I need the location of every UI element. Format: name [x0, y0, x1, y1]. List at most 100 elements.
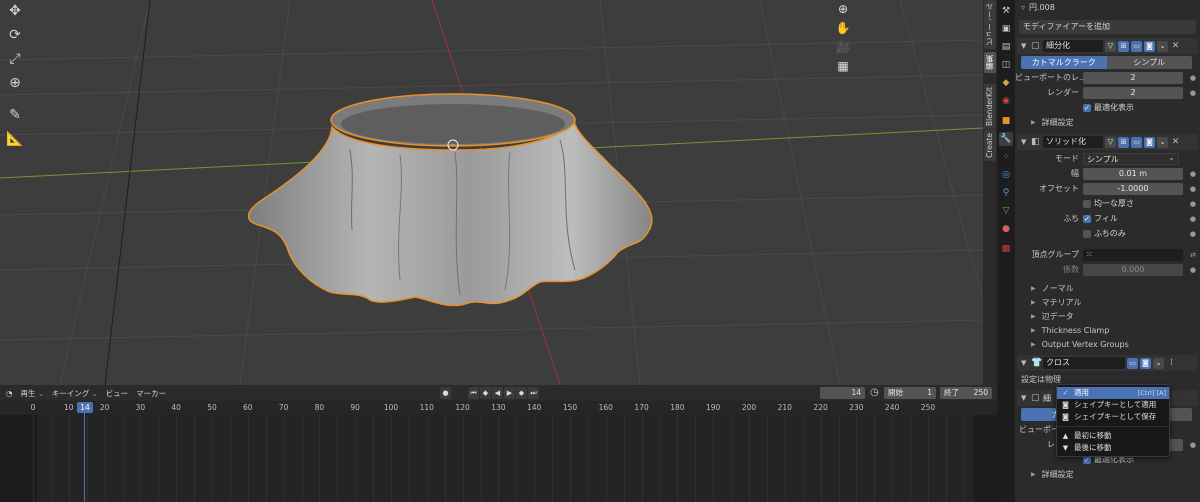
even-thickness-checkbox[interactable]: 均一な厚さ — [1083, 198, 1134, 209]
playback-menu[interactable]: 再生 ⌄ — [21, 388, 44, 399]
texture-icon[interactable]: ▩ — [999, 242, 1013, 256]
keyframe-dot-icon[interactable]: ● — [1190, 170, 1196, 178]
tool-settings-icon[interactable]: ⚒ — [999, 4, 1013, 18]
keyframe-dot-icon[interactable]: ● — [1190, 441, 1196, 449]
edge-data-subpanel[interactable]: ▶ 辺データ — [1015, 310, 1200, 324]
dropdown-icon[interactable]: ⌄ — [1153, 357, 1164, 369]
collapse-icon[interactable]: ▼ — [1021, 394, 1029, 402]
keyframe-dot-icon[interactable]: ● — [1190, 74, 1196, 82]
marker-menu[interactable]: マーカー — [136, 388, 166, 399]
cloth-modifier-header[interactable]: ▼ 👕 クロス ▭ ◙ ⌄ ⁞ — [1017, 355, 1198, 371]
rim-only-checkbox[interactable]: ふちのみ — [1083, 228, 1126, 239]
viewport-display-icon[interactable]: ▭ — [1131, 40, 1142, 52]
prev-keyframe-icon[interactable]: ◆ — [480, 387, 491, 399]
timeline-track-area[interactable] — [0, 415, 997, 502]
modifier-name-field[interactable]: クロス — [1043, 357, 1125, 369]
keyframe-dot-icon[interactable]: ● — [1190, 215, 1196, 223]
dropdown-icon[interactable]: ⌄ — [1157, 136, 1168, 148]
zoom-icon[interactable]: ⊕ — [834, 0, 852, 18]
close-icon[interactable]: ✕ — [1170, 137, 1181, 148]
tab-blenderkit[interactable]: BlenderKit — [984, 84, 996, 129]
apply-menu-item[interactable]: ✓ 適用 [Ctrl] [A] — [1057, 387, 1169, 399]
advanced-subpanel-2[interactable]: ▶ 詳細設定 — [1015, 468, 1200, 482]
playhead-frame-label[interactable]: 14 — [77, 402, 93, 413]
physics-icon[interactable]: ◎ — [999, 168, 1013, 182]
modifier-name-field[interactable]: ソリッド化 — [1043, 136, 1103, 148]
transform-icon[interactable]: ⊕ — [4, 72, 26, 94]
next-keyframe-icon[interactable]: ◆ — [516, 387, 527, 399]
current-frame-field[interactable]: 14 — [820, 387, 865, 399]
end-frame-field[interactable]: 終了 250 — [940, 387, 992, 399]
keyframe-dot-icon[interactable]: ● — [1190, 266, 1196, 274]
invert-icon[interactable]: ⇄ — [1190, 251, 1196, 259]
subdivision-modifier-header[interactable]: ▼ ▢ 細分化 ▽ ⊞ ▭ ◙ ⌄ ✕ — [1017, 38, 1198, 54]
edit-mode-icon[interactable]: ▽ — [1105, 40, 1116, 52]
keyframe-dot-icon[interactable]: ● — [1190, 185, 1196, 193]
playhead-line[interactable] — [84, 413, 85, 502]
viewport-display-icon[interactable]: ▭ — [1127, 357, 1138, 369]
drag-handle-icon[interactable]: ⁞ — [1166, 358, 1177, 369]
vertex-group-field[interactable]: ⁙ — [1083, 248, 1183, 261]
render-icon[interactable]: ▣ — [999, 22, 1013, 36]
optimal-display-checkbox[interactable]: ✓ 最適化表示 — [1083, 102, 1134, 113]
jump-end-icon[interactable]: ⏭ — [528, 387, 539, 399]
scene-icon[interactable]: ◆ — [999, 76, 1013, 90]
editor-type-icon[interactable]: ◔ — [6, 389, 13, 398]
constraints-icon[interactable]: ⚲ — [999, 186, 1013, 200]
rotate-icon[interactable]: ⟳ — [4, 24, 26, 46]
fill-rim-checkbox[interactable]: ✓ フィル — [1083, 213, 1118, 224]
view-menu[interactable]: ビュー — [106, 388, 129, 399]
play-icon[interactable]: ▶ — [504, 387, 515, 399]
tab-create[interactable]: Create — [984, 130, 996, 161]
dropdown-icon[interactable]: ⌄ — [1157, 40, 1168, 52]
camera-icon[interactable]: 🎥 — [834, 38, 852, 56]
close-icon[interactable]: ✕ — [1170, 41, 1181, 52]
object-icon[interactable]: ■ — [999, 114, 1013, 128]
jump-start-icon[interactable]: ⏮ — [468, 387, 479, 399]
cage-icon[interactable]: ⊞ — [1118, 136, 1129, 148]
grid-icon[interactable]: ▦ — [834, 57, 852, 75]
scale-icon[interactable]: ⤢ — [4, 48, 26, 70]
catmull-clark-button[interactable]: カトマルクラーク — [1021, 56, 1107, 69]
materials-subpanel[interactable]: ▶ マテリアル — [1015, 296, 1200, 310]
view-layer-icon[interactable]: ◫ — [999, 58, 1013, 72]
render-display-icon[interactable]: ◙ — [1144, 40, 1155, 52]
thickness-clamp-subpanel[interactable]: ▶ Thickness Clamp — [1015, 324, 1200, 338]
hand-icon[interactable]: ✋ — [834, 19, 852, 37]
thickness-field[interactable]: 0.01 m — [1083, 167, 1183, 180]
modifier-icon[interactable]: 🔧 — [999, 132, 1013, 146]
factor-field[interactable]: 0.000 — [1083, 263, 1183, 276]
move-to-first-menu-item[interactable]: ▲ 最初に移動 — [1057, 430, 1169, 442]
start-frame-field[interactable]: 開始 1 — [884, 387, 936, 399]
particles-icon[interactable]: ⁘ — [999, 150, 1013, 164]
move-icon[interactable]: ✥ — [4, 0, 26, 22]
material-icon[interactable]: ● — [999, 222, 1013, 236]
output-icon[interactable]: ▤ — [999, 40, 1013, 54]
simple-button[interactable]: シンプル — [1106, 56, 1192, 69]
world-icon[interactable]: ◉ — [999, 94, 1013, 108]
viewport-display-icon[interactable]: ▭ — [1131, 136, 1142, 148]
move-to-last-menu-item[interactable]: ▼ 最後に移動 — [1057, 442, 1169, 454]
tab-view[interactable]: ビュー — [984, 20, 996, 49]
measure-icon[interactable]: 📐 — [4, 128, 26, 150]
keyframe-dot-icon[interactable]: ● — [1190, 89, 1196, 97]
solidify-mode-select[interactable]: シンプル — [1083, 152, 1179, 165]
tab-edit[interactable]: 編集 — [984, 52, 996, 73]
output-vertex-groups-subpanel[interactable]: ▶ Output Vertex Groups — [1015, 338, 1200, 352]
play-reverse-icon[interactable]: ◀ — [492, 387, 503, 399]
save-as-shape-key-menu-item[interactable]: ◙ シェイプキーとして保存 — [1057, 411, 1169, 423]
collapse-icon[interactable]: ▼ — [1021, 42, 1029, 50]
render-display-icon[interactable]: ◙ — [1144, 136, 1155, 148]
apply-as-shape-key-menu-item[interactable]: ◙ シェイプキーとして適用 — [1057, 399, 1169, 411]
offset-field[interactable]: -1.0000 — [1083, 182, 1183, 195]
collapse-icon[interactable]: ▼ — [1021, 359, 1029, 367]
normals-subpanel[interactable]: ▶ ノーマル — [1015, 282, 1200, 296]
keyframe-dot-icon[interactable]: ● — [1190, 200, 1196, 208]
collapse-icon[interactable]: ▼ — [1021, 138, 1029, 146]
record-icon[interactable]: ● — [440, 387, 451, 399]
3d-viewport[interactable]: ✥ ⟳ ⤢ ⊕ ✎ 📐 ⊕ ✋ 🎥 ▦ — [0, 0, 983, 385]
data-icon[interactable]: ▽ — [999, 204, 1013, 218]
annotate-icon[interactable]: ✎ — [4, 104, 26, 126]
keying-menu[interactable]: キーイング ⌄ — [52, 388, 98, 399]
modifier-name-field[interactable]: 細分化 — [1043, 40, 1103, 52]
